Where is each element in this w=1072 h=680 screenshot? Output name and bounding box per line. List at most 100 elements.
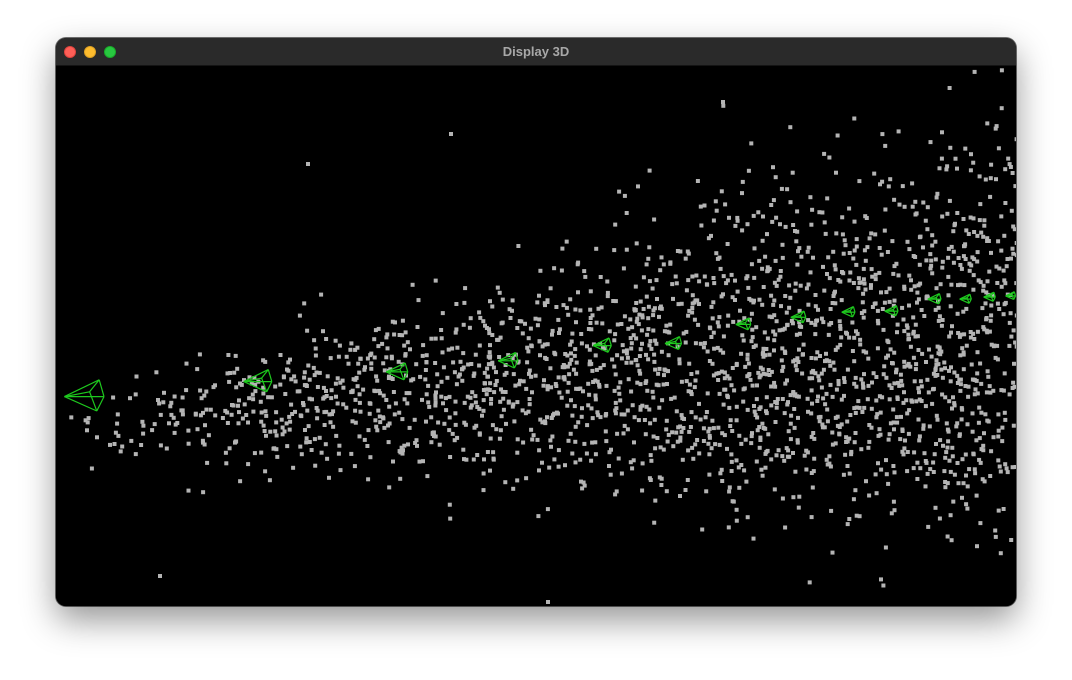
point	[617, 189, 622, 194]
point	[863, 258, 868, 263]
point	[726, 313, 731, 318]
point	[299, 452, 304, 457]
point	[746, 168, 751, 173]
point	[651, 308, 656, 313]
point	[415, 325, 420, 329]
point	[348, 347, 353, 352]
point	[579, 479, 583, 484]
point	[703, 415, 708, 420]
3d-viewport[interactable]	[56, 66, 1016, 606]
title-bar[interactable]: Display 3D	[56, 38, 1016, 66]
point	[739, 351, 744, 356]
point	[857, 405, 862, 410]
point	[341, 402, 346, 407]
point	[469, 403, 474, 408]
point	[718, 471, 723, 476]
point	[376, 326, 381, 331]
point	[548, 366, 553, 371]
point	[757, 375, 762, 380]
point	[972, 467, 977, 472]
point	[427, 404, 432, 409]
point	[745, 407, 750, 412]
point	[927, 347, 931, 352]
point	[816, 415, 821, 420]
point	[552, 266, 557, 271]
point	[822, 288, 827, 293]
point	[845, 464, 850, 468]
point	[382, 425, 387, 430]
point	[594, 320, 599, 325]
point	[707, 426, 712, 431]
point	[940, 265, 945, 270]
point	[947, 334, 952, 339]
point	[1001, 388, 1006, 393]
point	[952, 472, 957, 477]
point	[792, 407, 797, 411]
point	[286, 360, 291, 365]
point	[390, 319, 395, 324]
point	[907, 273, 912, 278]
point	[878, 410, 883, 415]
point	[612, 338, 617, 343]
point	[666, 353, 671, 358]
point	[947, 368, 951, 373]
point	[728, 418, 733, 423]
point	[415, 443, 419, 448]
point	[236, 403, 240, 408]
point	[635, 363, 640, 368]
point	[788, 295, 793, 300]
point	[764, 395, 769, 400]
point	[837, 425, 842, 429]
point	[989, 250, 993, 255]
point	[521, 379, 526, 384]
point	[619, 322, 624, 326]
point	[471, 457, 476, 462]
point	[491, 456, 496, 461]
point	[624, 360, 629, 365]
point	[783, 381, 788, 386]
point	[205, 460, 210, 465]
point	[806, 282, 811, 287]
point	[533, 373, 538, 378]
point	[957, 377, 962, 382]
point	[946, 274, 951, 279]
point	[158, 412, 163, 417]
point	[239, 382, 244, 387]
point	[824, 391, 829, 396]
point	[386, 423, 390, 428]
point	[862, 281, 867, 286]
point	[773, 175, 778, 180]
point	[302, 375, 307, 380]
point	[793, 469, 798, 474]
point	[732, 388, 737, 393]
point	[937, 166, 942, 171]
point	[707, 433, 712, 438]
point	[573, 439, 578, 444]
point	[502, 372, 507, 377]
point	[894, 261, 899, 266]
point	[838, 326, 843, 331]
point	[991, 344, 996, 349]
point	[974, 493, 979, 498]
point	[930, 271, 935, 276]
point	[953, 156, 958, 161]
point	[610, 357, 615, 362]
point	[324, 337, 329, 341]
point	[576, 420, 581, 425]
point-cloud-canvas[interactable]	[56, 66, 1016, 606]
point	[1014, 281, 1016, 286]
point	[537, 448, 542, 453]
point	[832, 291, 837, 296]
point	[801, 342, 806, 347]
point	[281, 375, 286, 380]
point	[683, 340, 688, 345]
point	[588, 307, 593, 312]
point	[786, 429, 791, 434]
point	[565, 364, 570, 369]
point	[780, 242, 785, 247]
point	[1010, 386, 1015, 390]
point	[972, 230, 977, 234]
point	[844, 330, 848, 335]
point	[1008, 165, 1013, 169]
point	[336, 451, 341, 456]
